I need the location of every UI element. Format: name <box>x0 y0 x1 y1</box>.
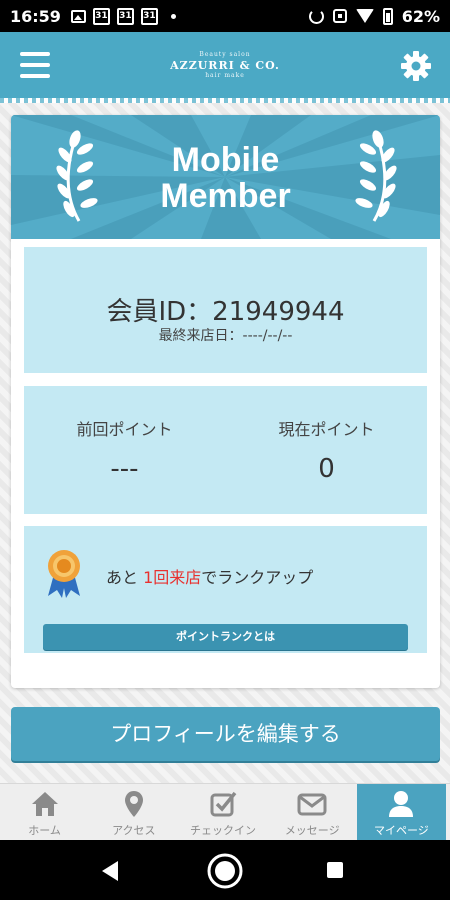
home-icon <box>31 792 58 816</box>
hamburger-menu-icon[interactable] <box>20 52 50 78</box>
last-visit-date: 最終来店日：----/--/-- <box>158 328 293 344</box>
notification-icons: 31 31 31 <box>70 7 176 25</box>
gear-icon[interactable] <box>400 50 432 82</box>
status-bar: 16:59 31 31 31 62% <box>0 0 450 32</box>
bottom-tab-bar: ホーム アクセス チェックイン メッセージ マイページ <box>0 783 450 840</box>
current-points: 現在ポイント 0 <box>226 416 427 484</box>
checkbox-icon <box>210 791 237 817</box>
logo-subtitle: Beauty salon <box>199 50 251 58</box>
tab-home[interactable]: ホーム <box>0 784 89 840</box>
tab-checkin-label: チェックイン <box>190 824 256 837</box>
tab-message-label: メッセージ <box>284 824 340 837</box>
banner-title: Mobile Member <box>11 142 440 214</box>
status-time: 16:59 <box>10 6 61 26</box>
member-id-panel: 会員ID：21949944 最終来店日：----/--/-- <box>24 247 427 373</box>
tab-checkin[interactable]: チェックイン <box>178 784 267 840</box>
battery-percent: 62% <box>401 6 440 26</box>
current-points-value: 0 <box>318 454 335 484</box>
mail-icon <box>297 793 327 816</box>
previous-points-value: --- <box>110 454 139 484</box>
rank-prefix: あと <box>106 568 144 587</box>
banner-title-line2: Member <box>160 177 291 215</box>
previous-points-label: 前回ポイント <box>76 420 173 439</box>
logo-name: AZZURRI & CO. <box>170 58 280 72</box>
edit-profile-button[interactable]: プロフィールを編集する <box>11 707 440 761</box>
battery-icon <box>382 7 393 25</box>
back-icon[interactable] <box>100 860 120 882</box>
member-id: 会員ID：21949944 <box>106 297 345 327</box>
vibrate-icon <box>332 9 347 23</box>
calendar-icon: 31 <box>92 7 110 25</box>
tab-home-label: ホーム <box>28 824 61 837</box>
tab-access-label: アクセス <box>112 824 156 837</box>
point-rank-info-button[interactable]: ポイントランクとは <box>43 624 408 650</box>
app-header: Beauty salon AZZURRI & CO. hair make <box>0 32 450 98</box>
previous-points: 前回ポイント --- <box>24 416 225 484</box>
calendar-icon: 31 <box>140 7 158 25</box>
user-icon <box>389 791 414 817</box>
map-pin-icon <box>124 791 143 817</box>
member-card: Mobile Member 会員ID：21949944 最終来店日：----/-… <box>11 115 440 688</box>
image-notification-icon <box>70 9 86 23</box>
member-banner: Mobile Member <box>11 115 440 239</box>
calendar-icon: 31 <box>116 7 134 25</box>
tab-message[interactable]: メッセージ <box>268 784 357 840</box>
tab-mypage-label: マイページ <box>374 824 429 837</box>
brand-logo: Beauty salon AZZURRI & CO. hair make <box>170 50 280 79</box>
current-points-label: 現在ポイント <box>278 420 375 439</box>
tab-access[interactable]: アクセス <box>89 784 178 840</box>
rank-suffix: でランクアップ <box>201 568 314 587</box>
rank-up-message: あと 1回来店でランクアップ <box>106 564 313 588</box>
system-nav-bar <box>0 840 450 900</box>
medal-icon <box>48 550 80 598</box>
banner-title-line1: Mobile <box>171 141 280 179</box>
rotation-icon <box>308 8 324 24</box>
home-button-icon[interactable] <box>206 852 244 890</box>
tab-mypage[interactable]: マイページ <box>356 784 447 840</box>
rank-panel: あと 1回来店でランクアップ ポイントランクとは <box>24 526 427 653</box>
more-notifications-icon <box>170 13 176 19</box>
wifi-icon <box>355 9 374 23</box>
system-status-icons: 62% <box>308 6 440 26</box>
logo-tagline: hair make <box>205 71 245 79</box>
recent-apps-icon[interactable] <box>327 862 343 878</box>
points-panel: 前回ポイント --- 現在ポイント 0 <box>24 386 427 514</box>
rank-visits-needed: 1回来店 <box>143 568 202 587</box>
